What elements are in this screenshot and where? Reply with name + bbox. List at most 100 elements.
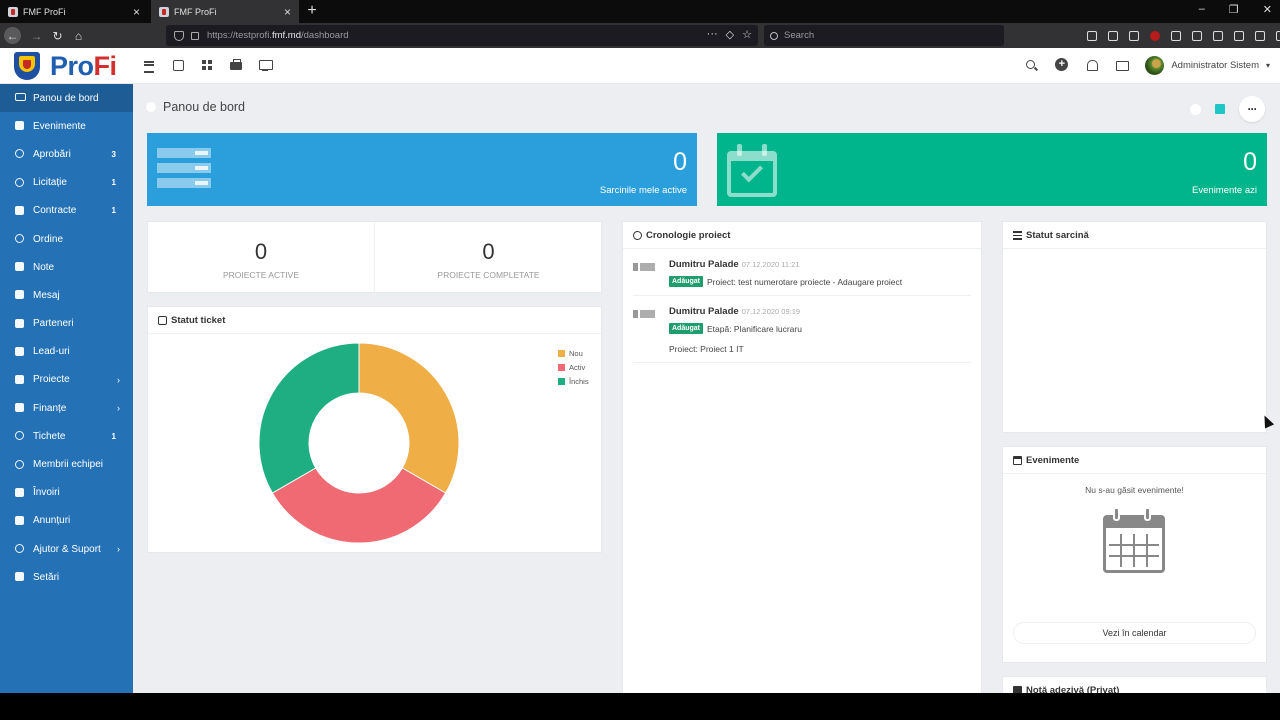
note-icon — [14, 261, 26, 273]
chevron-down-icon: ▾ — [1265, 61, 1270, 70]
gavel-icon — [14, 177, 26, 189]
home-icon[interactable]: ⌂ — [70, 27, 87, 44]
menu-toggle-icon[interactable] — [142, 58, 156, 73]
add-icon[interactable] — [1055, 58, 1069, 72]
page-actions-icon[interactable]: ··· — [707, 28, 718, 41]
library-icon[interactable] — [1126, 28, 1140, 42]
timeline-author[interactable]: Dumitru Palade — [669, 259, 739, 270]
new-tab-icon[interactable]: + — [303, 2, 321, 20]
close-tab-icon[interactable]: × — [133, 5, 140, 19]
legend-swatch — [558, 350, 565, 357]
sidebar-item-leads[interactable]: Lead-uri — [0, 338, 133, 366]
more-options-button[interactable]: ··· — [1239, 96, 1265, 122]
sidebar-item-approvals[interactable]: Aprobări 3 — [0, 140, 133, 168]
active-tasks-card[interactable]: 0 Sarcinile mele active — [147, 133, 697, 206]
sidebar-item-help[interactable]: Ajutor & Suport › — [0, 535, 133, 563]
sidebar-item-projects[interactable]: Proiecte › — [0, 366, 133, 394]
close-window-icon[interactable]: ✕ — [1263, 3, 1272, 16]
pocket-icon[interactable]: ◇ — [726, 28, 734, 41]
url-bar[interactable]: https://testprofi.fmf.md/dashboard ··· ◇… — [166, 25, 758, 46]
restore-icon[interactable]: ❐ — [1229, 3, 1239, 16]
search-field[interactable]: Search — [764, 25, 1004, 46]
account-icon[interactable] — [1231, 28, 1245, 42]
grid-icon[interactable] — [200, 58, 214, 72]
back-icon[interactable]: ← — [4, 27, 21, 44]
donut-slice-nou[interactable] — [358, 342, 460, 494]
donut-slice-închis[interactable] — [258, 342, 360, 494]
bell-icon[interactable] — [1085, 59, 1099, 72]
view-calendar-button[interactable]: Vezi în calendar — [1013, 622, 1256, 644]
desktop-icon[interactable] — [258, 58, 273, 72]
sticky-note-title: Notă adezivă (Privat) — [1026, 684, 1120, 694]
company-logo-icon — [633, 310, 655, 318]
light-theme-toggle[interactable] — [1190, 103, 1201, 115]
active-tasks-count: 0 — [673, 148, 687, 176]
browser-tab-1[interactable]: FMF ProFi × — [0, 0, 148, 23]
sidebar-item-finance[interactable]: Finanțe › — [0, 394, 133, 422]
search-placeholder: Search — [784, 30, 815, 41]
sidebar-item-notes[interactable]: Note — [0, 253, 133, 281]
ticket-status-donut-chart — [258, 342, 460, 544]
today-events-card[interactable]: 0 Evenimente azi — [717, 133, 1267, 206]
bars-icon — [1013, 230, 1022, 240]
projects-summary-card: 0 PROIECTE ACTIVE 0 PROIECTE COMPLETATE — [147, 221, 602, 294]
window-controls: – ❐ ✕ — [1199, 3, 1272, 16]
ublock-icon[interactable] — [1147, 28, 1161, 42]
main-content: Panou de bord ··· 0 Sarcinile mele activ… — [133, 84, 1280, 693]
extension-icon[interactable] — [1252, 28, 1266, 42]
sidebar-item-tickets[interactable]: Tichete 1 — [0, 422, 133, 450]
user-icon — [14, 459, 26, 471]
task-status-card: Statut sarcină — [1002, 221, 1267, 433]
search-icon[interactable] — [1025, 59, 1038, 72]
timeline-text[interactable]: Proiect: test numerotare proiecte - Adau… — [707, 277, 902, 287]
sidebar-item-announcements[interactable]: Anunțuri — [0, 507, 133, 535]
briefcase-icon[interactable] — [229, 58, 243, 72]
tender-badge: 1 — [111, 178, 116, 188]
legend-item[interactable]: Închis — [558, 377, 589, 386]
clock-icon — [633, 230, 642, 240]
sidebar-item-contracts[interactable]: Contracte 1 — [0, 197, 133, 225]
share-icon[interactable] — [1084, 28, 1098, 42]
sidebar-item-partners[interactable]: Parteneri — [0, 310, 133, 338]
close-tab-icon[interactable]: × — [284, 5, 291, 19]
events-title: Evenimente — [1026, 454, 1080, 466]
sidebar-item-tender[interactable]: Licitație 1 — [0, 169, 133, 197]
color-theme-toggle[interactable] — [1215, 104, 1225, 114]
legend-item[interactable]: Activ — [558, 363, 589, 372]
sidebar-item-messages[interactable]: Mesaj — [0, 281, 133, 309]
sidebar-item-team[interactable]: Membrii echipei — [0, 450, 133, 478]
timeline-project[interactable]: Proiect: Proiect 1 IT — [669, 344, 971, 354]
contracts-badge: 1 — [111, 206, 116, 216]
calendar-icon — [1013, 455, 1022, 465]
legend-item[interactable]: Nou — [558, 349, 589, 358]
browser-tab-2[interactable]: FMF ProFi × — [151, 0, 299, 23]
crest-icon — [14, 52, 40, 80]
timeline-author[interactable]: Dumitru Palade — [669, 306, 739, 317]
forward-icon[interactable]: → — [28, 27, 45, 44]
user-menu[interactable]: Administrator Sistem ▾ — [1145, 56, 1270, 75]
download-icon[interactable] — [1105, 28, 1119, 42]
bookmark-star-icon[interactable]: ☆ — [742, 28, 752, 41]
sidebar-item-dashboard[interactable]: Panou de bord — [0, 84, 133, 113]
sidebar-item-leave[interactable]: Învoiri — [0, 479, 133, 507]
tasks-icon[interactable] — [171, 58, 185, 72]
timeline-text[interactable]: Etapă: Planificare lucraru — [707, 324, 802, 334]
favicon-icon — [8, 6, 18, 17]
screenshot-icon[interactable] — [1189, 28, 1203, 42]
print-icon[interactable] — [1210, 28, 1224, 42]
chevron-right-icon: › — [117, 544, 120, 555]
sidebar-item-events[interactable]: Evenimente — [0, 112, 133, 140]
sidebar-toggle-icon[interactable] — [1168, 28, 1182, 42]
company-logo-icon — [633, 263, 655, 271]
sidebar-item-orders[interactable]: Ordine — [0, 225, 133, 253]
reload-icon[interactable]: ↻ — [49, 27, 66, 44]
brand-logo[interactable]: ProFi — [14, 50, 117, 82]
reader-icon[interactable] — [1273, 28, 1280, 42]
donut-slice-activ[interactable] — [271, 467, 447, 544]
mail-icon[interactable] — [1115, 59, 1130, 72]
minimize-icon[interactable]: – — [1199, 3, 1205, 16]
ticket-icon — [158, 315, 167, 325]
sidebar-item-settings[interactable]: Setări — [0, 563, 133, 591]
legend-swatch — [558, 364, 565, 371]
calendar-icon — [1103, 507, 1165, 573]
